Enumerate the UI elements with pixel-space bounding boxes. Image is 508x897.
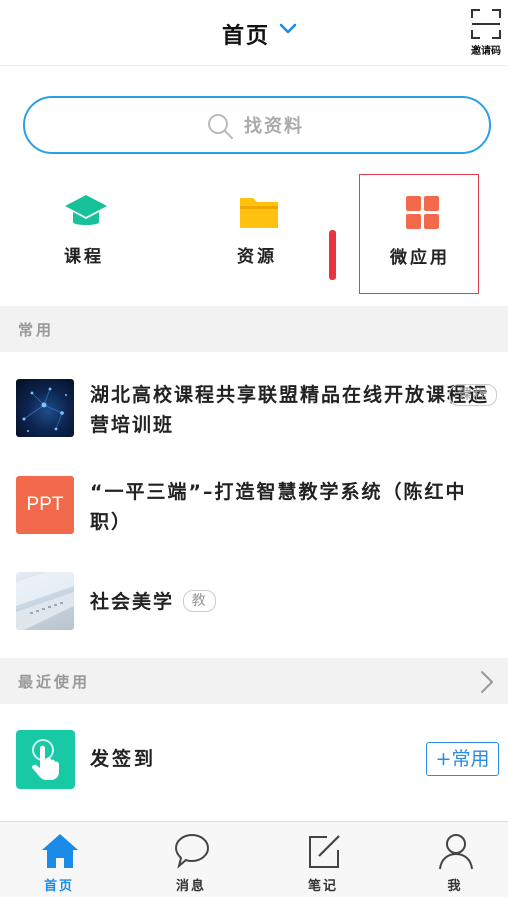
tab-me[interactable]: 我 — [405, 822, 505, 897]
invite-code-label: 邀请码 — [471, 46, 501, 57]
tab-home-label: 首页 — [43, 879, 74, 894]
network-thumbnail-image — [22, 387, 67, 432]
entry-micro-app-label: 微应用 — [390, 248, 450, 268]
entry-course[interactable]: 课程 — [24, 174, 144, 294]
course-thumbnail — [16, 379, 74, 437]
search-input[interactable] — [244, 114, 364, 138]
entry-micro-app[interactable]: 微应用 — [359, 174, 479, 294]
list-item[interactable]: 湖北高校课程共享联盟精品在线开放课程运营培训班 课程 — [0, 360, 508, 460]
list-item-title: 湖北高校课程共享联盟精品在线开放课程运营培训班 — [90, 380, 500, 440]
add-to-common-button[interactable]: +常用 — [426, 742, 499, 776]
ppt-thumbnail: PPT — [16, 476, 74, 534]
section-recent[interactable]: 最近使用 — [0, 658, 508, 704]
section-common: 常用 — [0, 306, 508, 352]
teach-tag: 教 — [182, 590, 216, 612]
tab-me-label: 我 — [447, 879, 463, 894]
hand-tap-glyph — [32, 739, 59, 780]
chevron-right-icon[interactable] — [479, 670, 495, 694]
laptop-thumbnail — [16, 572, 74, 630]
list-item[interactable]: PPT “一平三端”–打造智慧教学系统（陈红中职） — [0, 460, 508, 560]
entry-course-label: 课程 — [64, 247, 104, 267]
chat-bubble-icon — [174, 833, 210, 869]
tab-home[interactable]: 首页 — [9, 822, 109, 897]
note-edit-icon — [309, 835, 340, 868]
entry-resource[interactable]: 资源 — [197, 174, 317, 294]
list-item-title: 社会美学 教 — [90, 587, 216, 617]
bottom-tabbar: 首页 消息 笔记 我 — [0, 821, 508, 897]
laptop-thumbnail-image — [16, 572, 74, 630]
scan-frame-icon — [471, 9, 501, 39]
page-title[interactable]: 首页 — [222, 18, 270, 50]
search-icon — [208, 114, 233, 139]
tab-messages[interactable]: 消息 — [141, 822, 241, 897]
top-header: 首页 邀请码 — [0, 0, 508, 66]
hand-tap-icon — [16, 730, 75, 789]
recent-item-title: 发签到 — [90, 748, 157, 770]
app-grid-icon — [406, 196, 439, 229]
tab-notes-label: 笔记 — [307, 879, 338, 894]
section-recent-label: 最近使用 — [18, 673, 91, 691]
list-item[interactable]: 社会美学 教 — [0, 560, 508, 650]
course-tag: 课程 — [449, 384, 497, 406]
annotation-mark — [329, 230, 336, 280]
tab-messages-label: 消息 — [175, 879, 206, 894]
section-common-label: 常用 — [18, 321, 55, 339]
home-icon — [42, 834, 78, 868]
invite-code-button[interactable]: 邀请码 — [466, 6, 506, 57]
folder-icon — [240, 198, 278, 228]
chevron-down-icon[interactable] — [278, 22, 298, 36]
list-item-title-text: 湖北高校课程共享联盟精品在线开放课程运营培训班 — [90, 384, 490, 436]
entry-resource-label: 资源 — [237, 247, 277, 267]
user-icon — [439, 834, 473, 870]
list-item-title-text: 社会美学 — [90, 591, 175, 613]
recent-item-checkin[interactable]: 发签到 +常用 — [0, 704, 508, 814]
list-item-title: “一平三端”–打造智慧教学系统（陈红中职） — [90, 481, 467, 533]
graduation-cap-icon — [65, 195, 107, 225]
tab-notes[interactable]: 笔记 — [273, 822, 373, 897]
